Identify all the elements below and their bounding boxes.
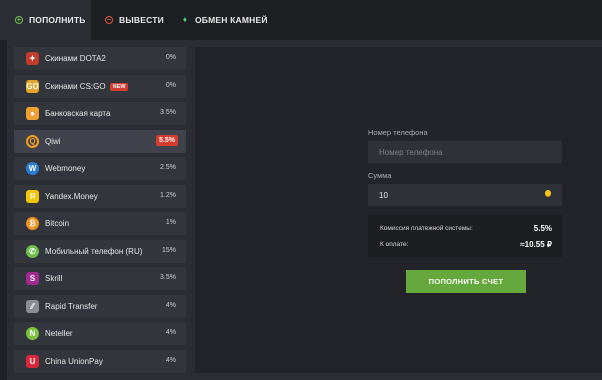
payment-method-name: Bitcoin [45,219,70,228]
payment-method-name: Skrill [45,274,63,283]
payment-method-item[interactable]: GO Скинами CS:GO NEW 0% [14,75,186,98]
unionpay-icon: U [26,355,39,368]
yandex-money-icon: Я [26,190,39,203]
dota2-icon: ✦ [26,52,39,65]
bitcoin-icon: ₿ [26,217,39,230]
payment-method-name: Мобильный телефон (RU) [45,247,143,256]
payment-method-item[interactable]: ⁄⁄ Rapid Transfer 4% [14,295,186,318]
total-label: К оплате: [380,241,409,248]
payment-method-label: Bitcoin [45,219,69,228]
payment-method-fee: 0% [165,54,176,61]
payment-method-item[interactable]: W Webmoney 2.5% [14,157,186,180]
payment-method-item[interactable]: N Neteller 4% [14,322,186,345]
tab-withdraw-label: ВЫВЕСТИ [119,15,164,25]
total-value: ≈10.55 ₽ [520,240,552,249]
payment-method-fee: 3.5% [160,274,176,281]
payment-method-name: Qiwi [45,137,61,146]
payment-method-fee: 5.5% [156,135,178,146]
payment-method-item[interactable]: Я Yandex.Money 1.2% [14,185,186,208]
tab-gem-exchange-label: ОБМЕН КАМНЕЙ [195,15,268,25]
payment-method-label: Yandex.Money [45,192,98,201]
payment-method-fee: 4% [165,357,176,364]
payment-method-item[interactable]: U China UnionPay 4% [14,350,186,373]
payment-method-fee: 15% [161,247,176,254]
commission-label: Комиссия платежной системы: [380,225,473,232]
mobile-phone-icon: ✆ [26,245,39,258]
payment-method-fee: 2.5% [160,164,176,171]
qiwi-icon: Q [26,135,39,148]
payment-method-item[interactable]: ₿ Bitcoin 1% [14,212,186,235]
webmoney-icon: W [26,162,39,175]
payment-method-name: Neteller [45,329,73,338]
neteller-icon: N [26,327,39,340]
payment-method-fee: 1% [165,219,176,226]
new-badge: NEW [109,83,129,91]
payment-method-label: Neteller [45,329,73,338]
phone-input[interactable] [368,141,562,163]
commission-value: 5.5% [533,224,552,233]
rapid-transfer-icon: ⁄⁄ [26,300,39,313]
phone-label: Номер телефона [368,128,428,137]
gem-icon: ♦ [182,15,188,24]
payment-method-fee: 4% [165,302,176,309]
tab-deposit[interactable]: + ПОПОЛНИТЬ [0,0,91,40]
payment-method-label: China UnionPay [45,357,103,366]
payment-method-name: Банковская карта [45,109,111,118]
payment-method-label: Банковская карта [45,109,110,118]
tab-withdraw[interactable]: − ВЫВЕСТИ [105,0,164,40]
payment-method-name: Yandex.Money [45,192,98,201]
bank-card-icon: ● [26,107,39,120]
csgo-icon: GO [26,80,39,93]
payment-method-name: Скинами DOTA2 [45,54,106,63]
minus-circle-icon: − [105,16,113,24]
payment-method-label: Webmoney [45,164,85,173]
deposit-form-panel [195,47,602,373]
deposit-submit-button[interactable]: ПОПОЛНИТЬ СЧЕТ [406,270,526,293]
coin-icon [545,190,551,196]
payment-method-item[interactable]: Q Qiwi 5.5% [14,130,186,153]
payment-method-name: China UnionPay [45,357,103,366]
payment-summary: Комиссия платежной системы: 5.5% К оплат… [368,215,562,257]
payment-method-label: Скинами CS:GO NEW [45,82,129,91]
payment-method-label: Rapid Transfer [45,302,97,311]
tab-deposit-label: ПОПОЛНИТЬ [29,15,86,25]
payment-method-fee: 0% [165,82,176,89]
amount-label: Сумма [368,171,392,180]
payment-method-label: Мобильный телефон (RU) [45,247,142,256]
tab-gem-exchange[interactable]: ♦ ОБМЕН КАМНЕЙ [181,0,268,40]
plus-circle-icon: + [15,16,23,24]
payment-method-name: Webmoney [45,164,86,173]
payment-method-item[interactable]: ● Банковская карта 3.5% [14,102,186,125]
payment-method-label: Skrill [45,274,62,283]
payment-method-fee: 1.2% [160,192,176,199]
skrill-icon: S [26,272,39,285]
payment-method-item[interactable]: S Skrill 3.5% [14,267,186,290]
payment-method-item[interactable]: ✆ Мобильный телефон (RU) 15% [14,240,186,263]
payment-method-name: Rapid Transfer [45,302,98,311]
payment-method-label: Qiwi [45,137,61,146]
payment-method-item[interactable]: ✦ Скинами DOTA2 0% [14,47,186,70]
top-tab-bar: + ПОПОЛНИТЬ − ВЫВЕСТИ ♦ ОБМЕН КАМНЕЙ [0,0,602,40]
payment-method-fee: 3.5% [160,109,176,116]
amount-input[interactable] [368,184,562,206]
payment-method-label: Скинами DOTA2 [45,54,106,63]
payment-method-fee: 4% [165,329,176,336]
payment-method-name: Скинами CS:GO [45,82,106,91]
